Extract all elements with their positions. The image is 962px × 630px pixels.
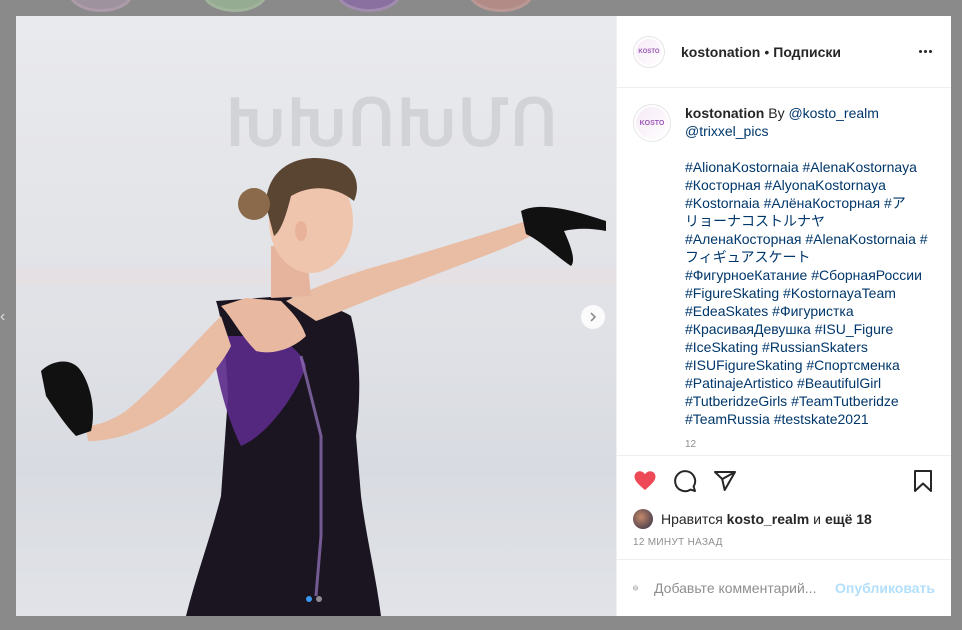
hashtag-line[interactable]: #ISUFigureSkating #Спортсменка bbox=[685, 356, 925, 374]
follow-status-button[interactable]: Подписки bbox=[773, 44, 841, 60]
stories-backdrop bbox=[0, 0, 962, 16]
hashtag-list: #AlionaKostornaia #AlenaKostornaya #Кост… bbox=[685, 158, 928, 428]
avatar[interactable]: KOSTO bbox=[633, 35, 665, 68]
hashtag-line[interactable]: リョーナコストルナヤ bbox=[685, 212, 925, 230]
avatar-logo: KOSTO bbox=[636, 107, 668, 139]
story-avatar bbox=[468, 0, 534, 12]
emoji-icon[interactable] bbox=[633, 576, 638, 600]
hashtag-line[interactable]: #АленаКосторная #AlenaKostornaia # bbox=[685, 230, 928, 248]
bookmark-icon[interactable] bbox=[911, 469, 935, 493]
likes-others-link[interactable]: ещё 18 bbox=[825, 511, 872, 527]
action-bar bbox=[617, 455, 951, 505]
post-modal: ԽԽՈԽՄՈ KOSTO kostonation • Подписки KOST… bbox=[16, 16, 951, 616]
caption-by: By bbox=[768, 105, 785, 121]
chevron-right-icon bbox=[590, 312, 597, 322]
prev-post-arrow-icon[interactable]: ‹ bbox=[0, 308, 6, 326]
header-separator: • bbox=[764, 43, 770, 60]
hashtag-line[interactable]: #IceSkating #RussianSkaters bbox=[685, 338, 925, 356]
comment-form: Опубликовать bbox=[617, 560, 951, 616]
caption-avatar[interactable]: KOSTO bbox=[633, 104, 671, 142]
likes-prefix: Нравится bbox=[661, 511, 723, 527]
more-options-icon[interactable] bbox=[915, 42, 935, 62]
post-timestamp[interactable]: 12 МИНУТ НАЗАД bbox=[617, 533, 951, 560]
post-media: ԽԽՈԽՄՈ bbox=[16, 16, 616, 616]
caption-time: 12 bbox=[685, 439, 697, 450]
hashtag-line[interactable]: #EdeaSkates #Фигуристка bbox=[685, 302, 925, 320]
hashtag-line[interactable]: #TeamRussia #testskate2021 bbox=[685, 410, 925, 428]
avatar-logo: KOSTO bbox=[636, 38, 662, 65]
next-image-button[interactable] bbox=[581, 305, 605, 329]
hashtag-line[interactable]: #ФигурноеКатание #СборнаяРоссии bbox=[685, 266, 925, 284]
caption-username[interactable]: kostonation bbox=[685, 105, 764, 121]
liker-avatar[interactable] bbox=[633, 509, 653, 529]
hashtag-line[interactable]: #AlionaKostornaia #AlenaKostornaya bbox=[685, 158, 925, 176]
skater-photo bbox=[41, 158, 606, 616]
caption-area: KOSTO kostonation By @kosto_realm @trixx… bbox=[617, 88, 951, 455]
carousel-dots bbox=[306, 596, 322, 602]
story-avatar bbox=[336, 0, 402, 12]
caption-text: kostonation By @kosto_realm @trixxel_pic… bbox=[685, 104, 928, 454]
liker-username[interactable]: kosto_realm bbox=[727, 511, 809, 527]
likes-conjunction: и bbox=[813, 511, 821, 527]
caption: KOSTO kostonation By @kosto_realm @trixx… bbox=[633, 104, 935, 454]
post-side-panel: KOSTO kostonation • Подписки KOSTO kosto… bbox=[616, 16, 951, 616]
post-header: KOSTO kostonation • Подписки bbox=[617, 16, 951, 88]
photographer-link[interactable]: @trixxel_pics bbox=[685, 123, 768, 139]
heart-icon[interactable] bbox=[633, 469, 657, 493]
carousel-dot bbox=[306, 596, 312, 602]
carousel-dot bbox=[316, 596, 322, 602]
likes-summary: Нравится kosto_realm и ещё 18 bbox=[617, 505, 951, 533]
comment-input[interactable] bbox=[654, 580, 836, 596]
hashtag-line[interactable]: #PatinajeArtistico #BeautifulGirl bbox=[685, 374, 925, 392]
hashtag-line[interactable]: #Kostornaia #АлёнаКосторная #ア bbox=[685, 194, 925, 212]
share-icon[interactable] bbox=[713, 469, 737, 493]
hashtag-line[interactable]: #TutberidzeGirls #TeamTutberidze bbox=[685, 392, 925, 410]
hashtag-line[interactable]: フィギュアスケート bbox=[685, 248, 925, 266]
hashtag-line[interactable]: #Косторная #AlyonaKostornaya bbox=[685, 176, 925, 194]
publish-button[interactable]: Опубликовать bbox=[835, 580, 935, 596]
story-avatar bbox=[202, 0, 268, 12]
hashtag-line[interactable]: #FigureSkating #KostornayaTeam bbox=[685, 284, 925, 302]
story-avatar bbox=[68, 0, 134, 12]
comment-icon[interactable] bbox=[673, 469, 697, 493]
header-username[interactable]: kostonation bbox=[681, 44, 760, 60]
author-link[interactable]: @kosto_realm bbox=[788, 105, 878, 121]
hashtag-line[interactable]: #КрасиваяДевушка #ISU_Figure bbox=[685, 320, 925, 338]
